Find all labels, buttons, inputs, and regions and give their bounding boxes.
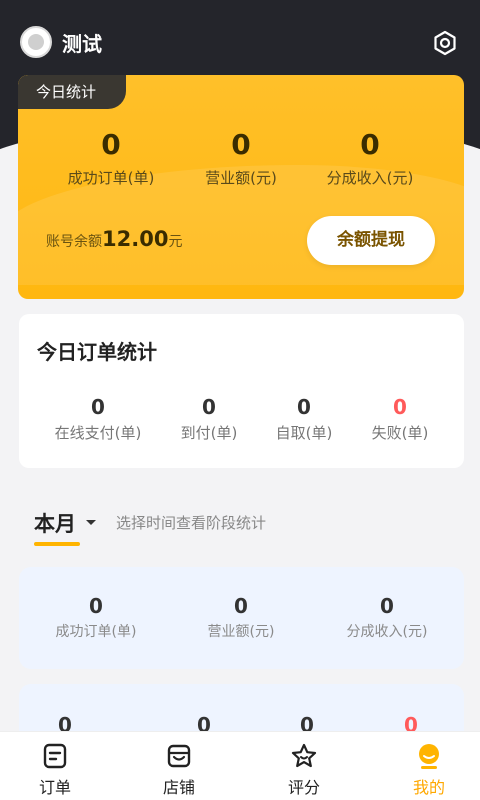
stat-value: 0 xyxy=(202,395,216,419)
stat-label: 分成收入(元) xyxy=(326,169,414,187)
stat-label: 成功订单(单) xyxy=(55,624,137,640)
star-icon xyxy=(291,743,317,768)
period-share-income: 0 分成收入(元) xyxy=(312,593,462,641)
period-dropdown[interactable]: 本月 xyxy=(34,508,76,538)
store-icon xyxy=(167,744,191,768)
online-pay-orders: 0 在线支付(单) xyxy=(43,394,153,443)
chevron-down-icon[interactable] xyxy=(86,520,96,525)
tab-label: 店铺 xyxy=(162,778,195,797)
period-revenue: 0 营业额(元) xyxy=(166,593,316,641)
withdraw-button[interactable]: 余额提现 xyxy=(307,216,435,265)
failed-orders: 0 失败(单) xyxy=(345,394,455,443)
stat-label: 在线支付(单) xyxy=(54,424,142,442)
stat-value: 0 xyxy=(393,395,407,419)
stat-label: 成功订单(单) xyxy=(67,169,155,187)
cod-orders: 0 到付(单) xyxy=(154,394,264,443)
order-icon xyxy=(43,743,67,769)
profile-icon xyxy=(419,744,439,769)
balance-unit: 元 xyxy=(168,234,183,250)
today-success-orders: 0 成功订单(单) xyxy=(36,127,186,188)
balance-amount: 12.00 xyxy=(102,227,169,251)
period-selector-row: 本月 选择时间查看阶段统计 xyxy=(34,508,454,548)
bottom-tab-bar: 订单 店铺 评分 我的 xyxy=(0,731,480,800)
account-balance: 账号余额12.00元 xyxy=(46,227,182,251)
tab-profile[interactable]: 我的 xyxy=(394,742,464,798)
today-orders-card: 今日订单统计 0 在线支付(单) 0 到付(单) 0 自取(单) 0 失败(单) xyxy=(19,314,464,468)
stat-value: 0 xyxy=(101,128,121,161)
stat-value: 0 xyxy=(89,594,103,618)
period-stats-card: 0 成功订单(单) 0 营业额(元) 0 分成收入(元) xyxy=(19,567,464,669)
settings-icon[interactable] xyxy=(432,30,458,56)
tab-store[interactable]: 店铺 xyxy=(144,742,214,798)
pickup-orders: 0 自取(单) xyxy=(249,394,359,443)
balance-label: 账号余额 xyxy=(46,234,102,250)
today-share-income: 0 分成收入(元) xyxy=(295,127,445,188)
tab-label: 我的 xyxy=(412,778,445,797)
username: 测试 xyxy=(62,32,102,56)
stat-value: 0 xyxy=(91,395,105,419)
stat-value: 0 xyxy=(234,594,248,618)
period-underline xyxy=(34,542,80,546)
card-title: 今日订单统计 xyxy=(37,340,157,364)
stat-label: 营业额(元) xyxy=(205,169,277,187)
today-revenue: 0 营业额(元) xyxy=(166,127,316,188)
stat-value: 0 xyxy=(297,395,311,419)
stat-label: 自取(单) xyxy=(275,424,333,442)
period-success-orders: 0 成功订单(单) xyxy=(21,593,171,641)
tab-orders[interactable]: 订单 xyxy=(20,742,90,798)
stat-label: 营业额(元) xyxy=(207,624,275,640)
stat-value: 0 xyxy=(360,128,380,161)
stat-label: 到付(单) xyxy=(180,424,238,442)
stat-label: 失败(单) xyxy=(371,424,429,442)
avatar[interactable] xyxy=(20,26,52,58)
stat-value: 0 xyxy=(380,594,394,618)
stat-label: 分成收入(元) xyxy=(346,624,428,640)
tab-rating[interactable]: 评分 xyxy=(269,742,339,798)
header: 测试 xyxy=(0,0,480,84)
today-stats-card: 今日统计 0 成功订单(单) 0 营业额(元) 0 分成收入(元) 账号余额12… xyxy=(18,75,464,299)
tab-label: 评分 xyxy=(287,778,320,797)
stat-value: 0 xyxy=(231,128,251,161)
tab-label: 订单 xyxy=(38,778,71,797)
period-hint: 选择时间查看阶段统计 xyxy=(116,514,267,532)
today-stats-tag: 今日统计 xyxy=(18,75,127,109)
